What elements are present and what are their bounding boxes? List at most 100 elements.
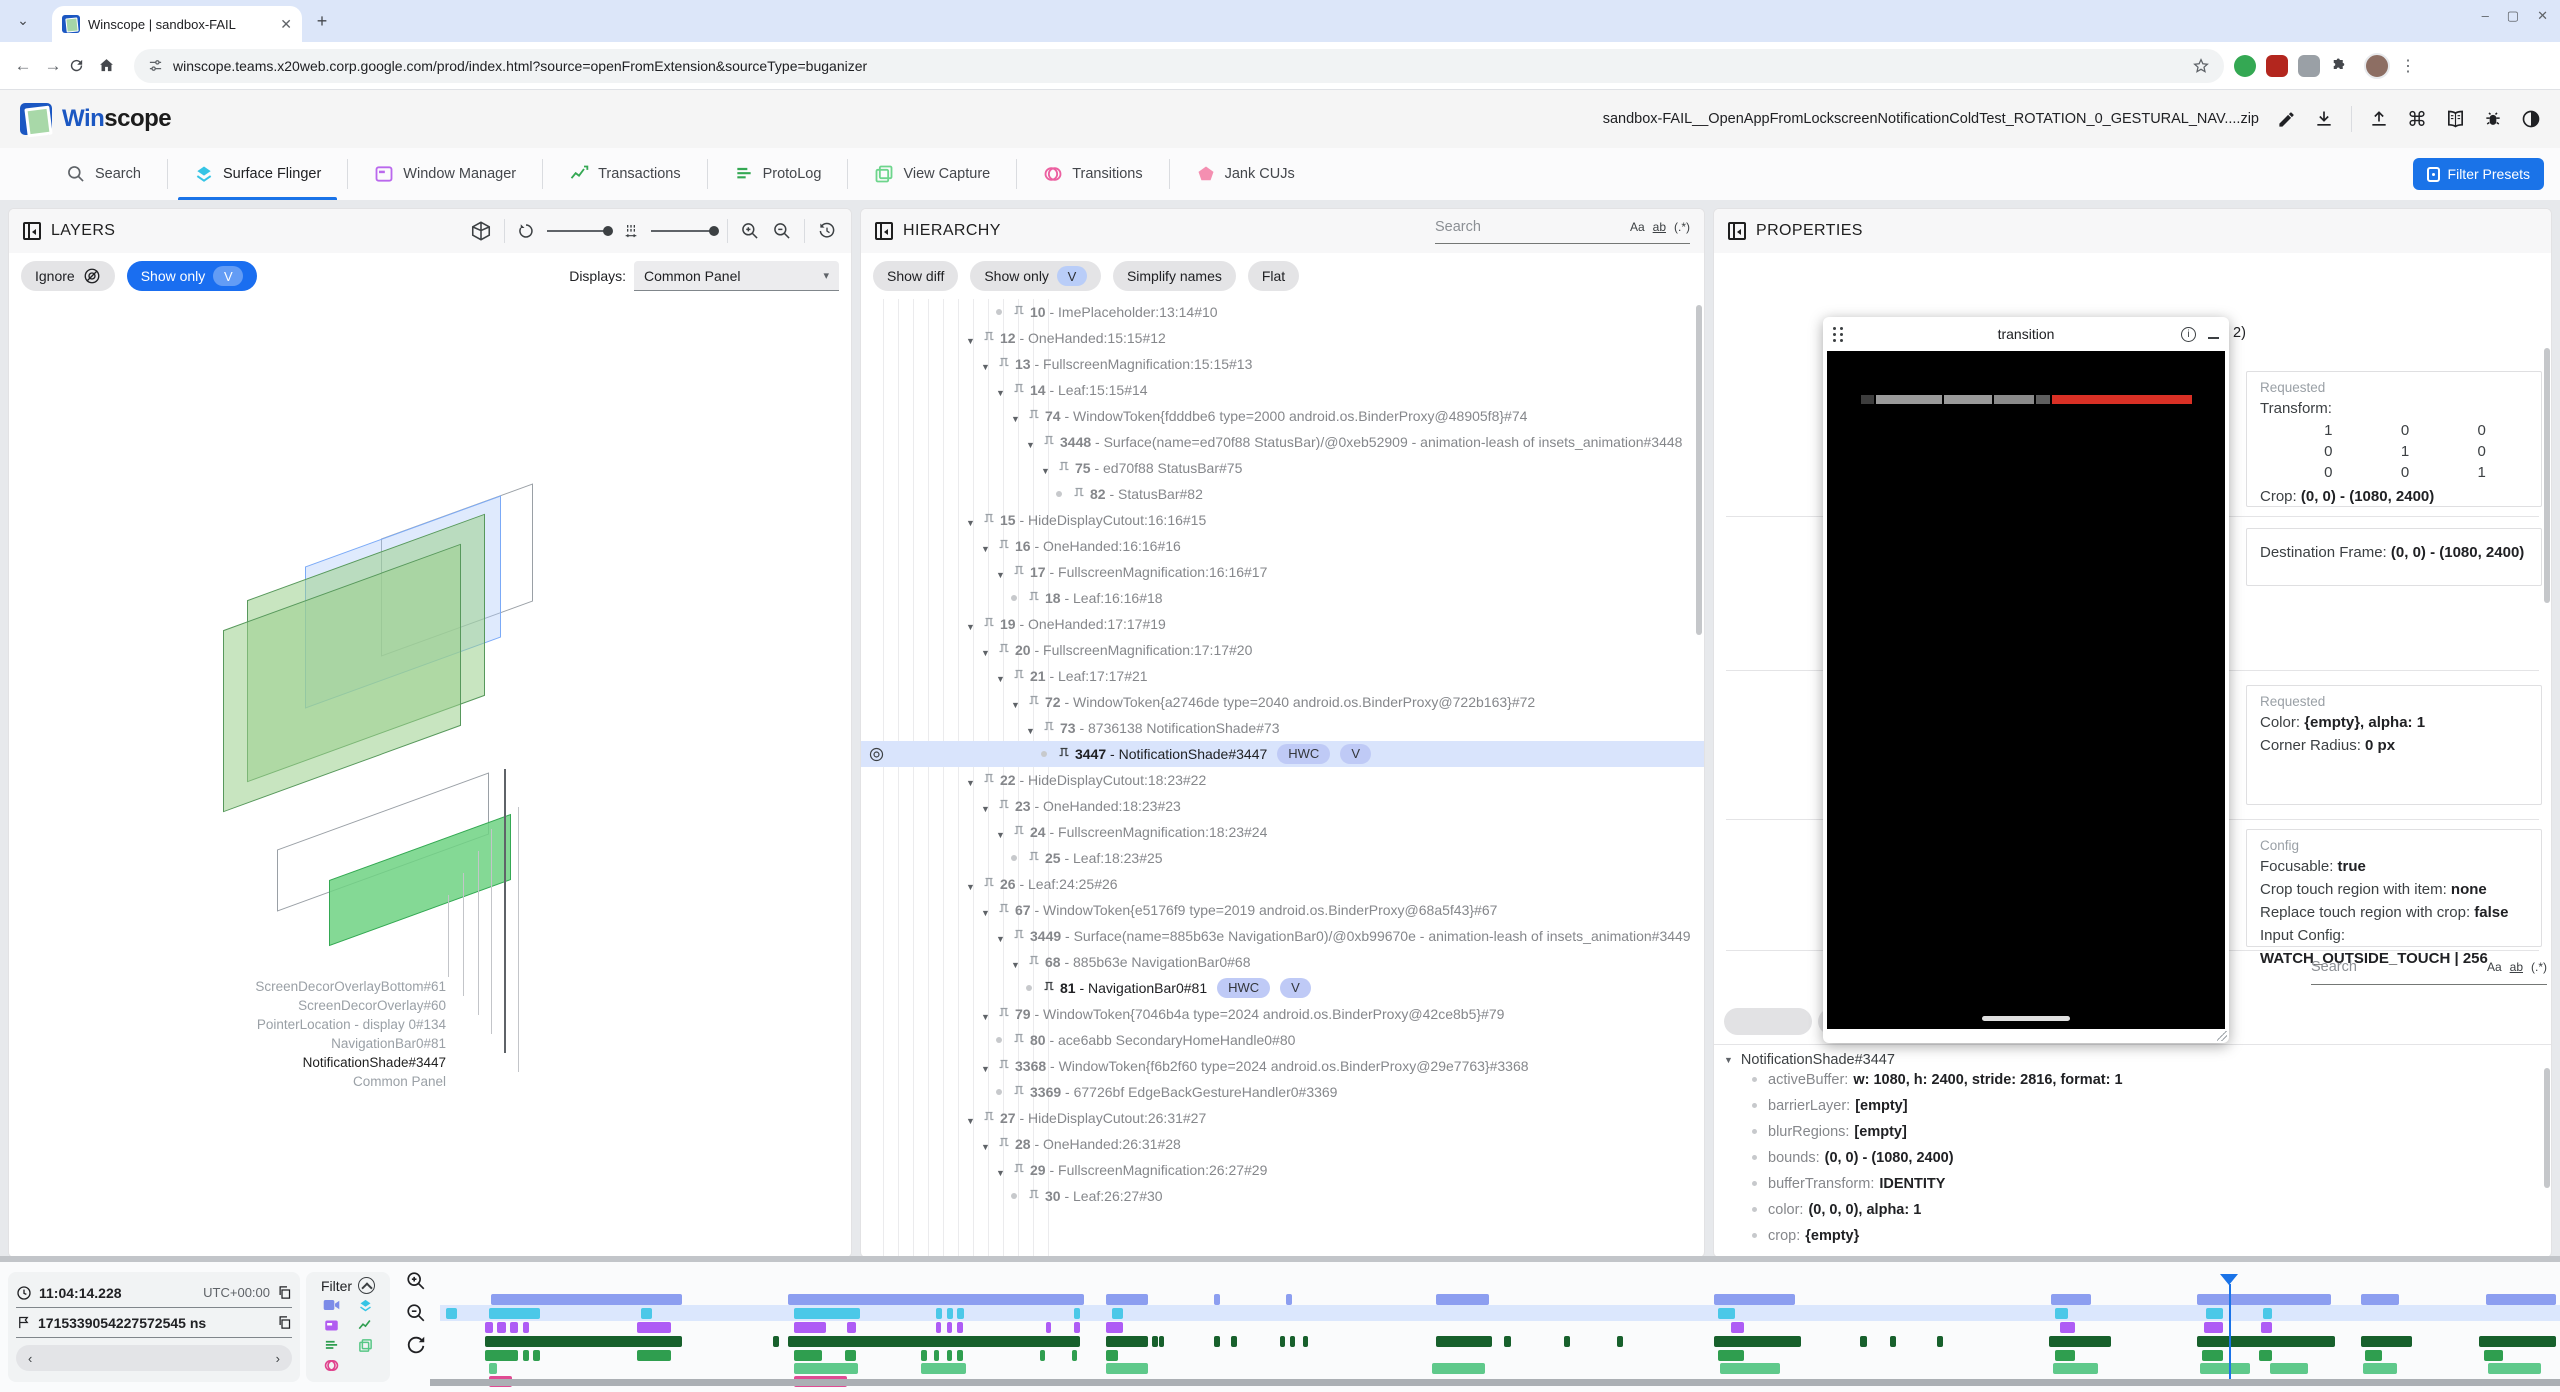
expand-arrow-icon[interactable]: ▼ <box>1041 459 1059 480</box>
viewcapture-trace-icon[interactable] <box>358 1338 373 1353</box>
trace-entry-segment[interactable] <box>1303 1336 1308 1347</box>
pin-icon[interactable] <box>1014 669 1024 682</box>
browser-tab[interactable]: Winscope | sandbox-FAIL ✕ <box>52 6 302 42</box>
hierarchy-node[interactable]: 30 - Leaf:26:27#30 <box>861 1183 1704 1209</box>
expand-arrow-icon[interactable]: ▼ <box>996 1161 1014 1182</box>
trace-entry-segment[interactable] <box>1860 1336 1866 1347</box>
rotation-slider[interactable] <box>547 230 611 232</box>
tab-transactions[interactable]: Transactions <box>543 148 706 200</box>
pin-icon[interactable] <box>1044 721 1054 734</box>
pin-icon[interactable] <box>999 1007 1009 1020</box>
trace-entry-segment[interactable] <box>957 1350 962 1361</box>
pin-icon[interactable] <box>984 331 994 344</box>
hierarchy-node[interactable]: ▼3449 - Surface(name=885b63e NavigationB… <box>861 923 1704 949</box>
trace-entry-segment[interactable] <box>2361 1336 2412 1347</box>
layer-3d-label[interactable]: ScreenDecorOverlayBottom#61 <box>234 977 446 996</box>
trace-entry-segment[interactable] <box>523 1350 529 1361</box>
trace-entry-segment[interactable] <box>2361 1294 2399 1305</box>
trace-entry-segment[interactable] <box>794 1350 822 1361</box>
trace-entry-segment[interactable] <box>957 1322 962 1333</box>
trace-entry-segment[interactable] <box>485 1322 493 1333</box>
trace-entry-segment[interactable] <box>1436 1336 1491 1347</box>
copy-icon[interactable] <box>277 1285 292 1300</box>
trace-entry-segment[interactable] <box>1159 1336 1164 1347</box>
pin-icon[interactable] <box>1014 1033 1024 1046</box>
match-word-icon[interactable]: ab <box>2510 960 2523 974</box>
hierarchy-node[interactable]: 81 - NavigationBar0#81HWCV <box>861 975 1704 1001</box>
trace-entry-segment[interactable] <box>2488 1363 2541 1374</box>
trace-entry-segment[interactable] <box>1112 1308 1123 1319</box>
properties-scrollbar[interactable] <box>2544 348 2550 603</box>
trace-entry-segment[interactable] <box>1937 1336 1943 1347</box>
profile-avatar[interactable] <box>2364 53 2390 79</box>
pin-icon[interactable] <box>1014 825 1024 838</box>
hierarchy-node[interactable]: ▼22 - HideDisplayCutout:18:23#22 <box>861 767 1704 793</box>
close-window-icon[interactable]: ✕ <box>2537 8 2548 24</box>
trace-entry-segment[interactable] <box>2365 1350 2382 1361</box>
expand-arrow-icon[interactable]: ▼ <box>996 563 1014 584</box>
trace-entry-segment[interactable] <box>921 1350 926 1361</box>
trace-entry-segment[interactable] <box>1106 1350 1119 1361</box>
hierarchy-filter-show-diff[interactable]: Show diff <box>873 261 958 291</box>
expand-arrow-icon[interactable]: ▼ <box>1011 953 1029 974</box>
hierarchy-node[interactable]: ▼67 - WindowToken{e5176f9 type=2019 andr… <box>861 897 1704 923</box>
pin-icon[interactable] <box>1014 1085 1024 1098</box>
prev-frame-button[interactable]: ‹ <box>28 1351 32 1366</box>
dump-command-icon[interactable]: ⌘ <box>2406 108 2428 130</box>
pin-icon[interactable] <box>1074 487 1084 500</box>
reset-view-icon[interactable] <box>817 221 837 241</box>
expand-arrow-icon[interactable]: ▼ <box>981 797 999 818</box>
pin-icon[interactable] <box>1029 695 1039 708</box>
hierarchy-filter-show-only[interactable]: Show onlyV <box>970 261 1101 291</box>
upload-icon[interactable] <box>2368 108 2390 130</box>
site-settings-icon[interactable] <box>148 58 163 73</box>
expand-arrow-icon[interactable]: ▼ <box>981 355 999 376</box>
expand-arrow-icon[interactable]: ▼ <box>981 641 999 662</box>
expand-arrow-icon[interactable]: ▼ <box>966 615 984 636</box>
collapse-panel-icon[interactable] <box>1728 222 1746 240</box>
pin-icon[interactable] <box>1029 409 1039 422</box>
layer-3d-label[interactable]: PointerLocation - display 0#134 <box>234 1015 446 1034</box>
pin-icon[interactable] <box>999 799 1009 812</box>
trace-entry-segment[interactable] <box>2053 1363 2098 1374</box>
trace-entry-segment[interactable] <box>2051 1294 2091 1305</box>
extension-icon[interactable] <box>2298 55 2320 77</box>
transitions-trace-icon[interactable] <box>324 1358 339 1373</box>
pin-icon[interactable] <box>999 1059 1009 1072</box>
expand-arrow-icon[interactable]: ▼ <box>996 927 1014 948</box>
trace-entry-segment[interactable] <box>2363 1363 2397 1374</box>
hierarchy-node[interactable]: ▼15 - HideDisplayCutout:16:16#15 <box>861 507 1704 533</box>
property-item[interactable]: bounds:(0, 0) - (1080, 2400) <box>1714 1150 2551 1176</box>
pin-icon[interactable] <box>1044 435 1054 448</box>
trace-entry-segment[interactable] <box>1106 1322 1123 1333</box>
camera-trace-icon[interactable] <box>323 1298 340 1313</box>
trace-entry-segment[interactable] <box>533 1350 539 1361</box>
layer-3d-label[interactable]: NotificationShade#3447 <box>234 1053 446 1072</box>
extension-icon[interactable] <box>2234 55 2256 77</box>
hierarchy-node[interactable]: 80 - ace6abb SecondaryHomeHandle0#80 <box>861 1027 1704 1053</box>
collapse-panel-icon[interactable] <box>875 222 893 240</box>
pin-icon[interactable] <box>999 357 1009 370</box>
trace-entry-segment[interactable] <box>1286 1294 1292 1305</box>
trace-entry-segment[interactable] <box>2259 1350 2272 1361</box>
timeline-row-view-capture[interactable] <box>440 1363 2560 1374</box>
close-tab-icon[interactable]: ✕ <box>280 16 292 33</box>
hierarchy-node[interactable]: ▼26 - Leaf:24:25#26 <box>861 871 1704 897</box>
visibility-eye-icon[interactable] <box>868 746 885 763</box>
trace-entry-segment[interactable] <box>1214 1294 1220 1305</box>
pin-icon[interactable] <box>999 1137 1009 1150</box>
maximize-icon[interactable]: ▢ <box>2507 8 2519 24</box>
expand-arrow-icon[interactable]: ▼ <box>996 381 1014 402</box>
back-icon[interactable]: ← <box>8 56 38 76</box>
expand-arrow-icon[interactable]: ▼ <box>981 901 999 922</box>
human-time-input[interactable]: 11:04:14.228 UTC+00:00 <box>16 1278 292 1308</box>
trace-entry-segment[interactable] <box>1890 1336 1896 1347</box>
hierarchy-search-input[interactable]: Search Aa ab (.*) <box>1435 219 1690 244</box>
properties-tree-root[interactable]: ▼ NotificationShade#3447 <box>1714 1046 2551 1072</box>
url-input[interactable]: winscope.teams.x20web.corp.google.com/pr… <box>134 49 2224 83</box>
pin-icon[interactable] <box>1014 383 1024 396</box>
tab-protolog[interactable]: ProtoLog <box>708 148 848 200</box>
hierarchy-node[interactable]: ▼19 - OneHanded:17:17#19 <box>861 611 1704 637</box>
trace-entry-segment[interactable] <box>794 1308 860 1319</box>
dark-mode-contrast-icon[interactable] <box>2520 108 2542 130</box>
